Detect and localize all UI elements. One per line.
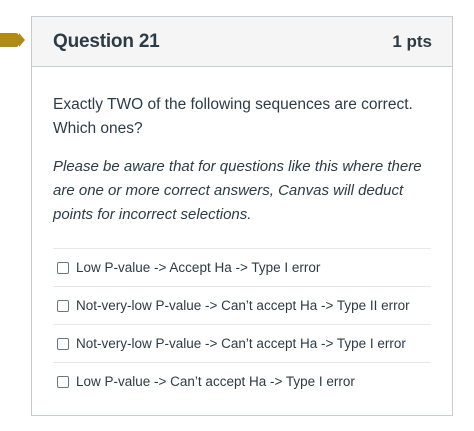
answer-label[interactable]: Not-very-low P-value -> Can’t accept Ha … [76,336,406,351]
question-body: Exactly TWO of the following sequences a… [32,67,452,400]
question-card: Question 21 1 pts Exactly TWO of the fol… [31,16,453,416]
checkbox-icon[interactable] [57,337,69,350]
question-title: Question 21 [53,30,160,52]
answer-label[interactable]: Low P-value -> Can’t accept Ha -> Type I… [76,374,355,389]
checkbox-icon[interactable] [57,299,69,312]
question-points: 1 pts [392,31,432,51]
answer-option-2[interactable]: Not-very-low P-value -> Can’t accept Ha … [53,286,431,324]
answer-option-3[interactable]: Not-very-low P-value -> Can’t accept Ha … [53,324,431,362]
answer-list: Low P-value -> Accept Ha -> Type I error… [53,248,431,400]
question-prompt: Exactly TWO of the following sequences a… [53,96,413,137]
answer-label[interactable]: Low P-value -> Accept Ha -> Type I error [76,260,320,275]
answer-label[interactable]: Not-very-low P-value -> Can’t accept Ha … [76,298,410,313]
answer-option-1[interactable]: Low P-value -> Accept Ha -> Type I error [53,248,431,286]
checkbox-icon[interactable] [57,261,69,274]
question-note: Please be aware that for questions like … [53,158,422,223]
question-header: Question 21 1 pts [32,17,452,67]
answer-option-4[interactable]: Low P-value -> Can’t accept Ha -> Type I… [53,362,431,400]
flag-question-icon[interactable] [0,33,25,47]
checkbox-icon[interactable] [57,375,69,388]
